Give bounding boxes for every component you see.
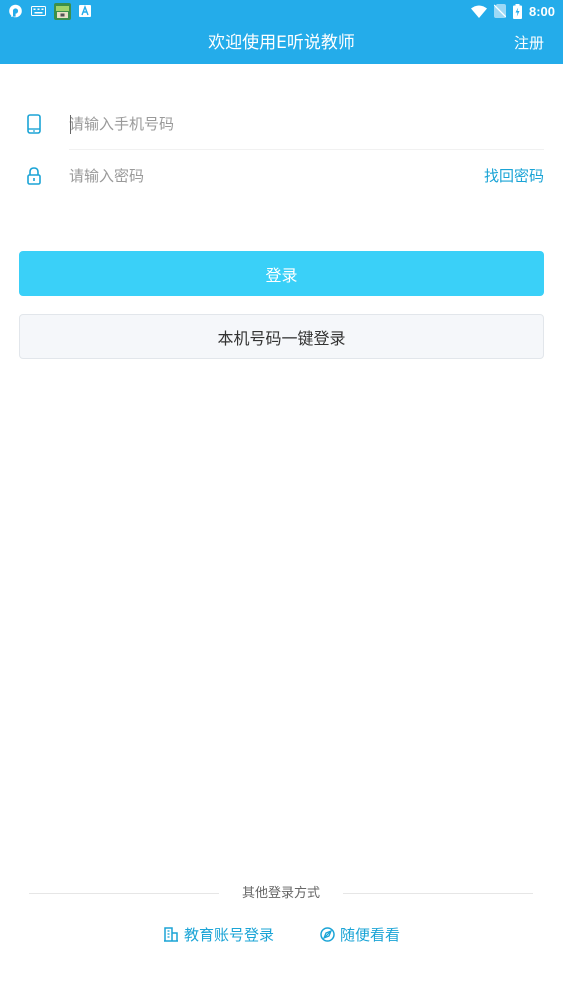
page-title: 欢迎使用E听说教师 bbox=[208, 33, 355, 53]
compass-icon bbox=[320, 926, 335, 942]
app-bar: 欢迎使用E听说教师 注册 bbox=[0, 22, 563, 64]
forgot-password-link[interactable]: 找回密码 bbox=[484, 150, 544, 202]
chat-notification-icon bbox=[8, 4, 23, 19]
one-click-login-button[interactable]: 本机号码一键登录 bbox=[19, 314, 544, 359]
status-right-icons: 8:00 bbox=[470, 3, 555, 19]
status-left-icons bbox=[8, 2, 91, 20]
lock-icon bbox=[25, 165, 43, 187]
phone-input[interactable] bbox=[69, 107, 429, 141]
browse-guest-label: 随便看看 bbox=[340, 925, 401, 944]
phone-row bbox=[19, 98, 544, 150]
status-time: 8:00 bbox=[528, 3, 555, 19]
no-sim-icon bbox=[493, 4, 506, 18]
password-row: 找回密码 bbox=[19, 150, 544, 202]
password-input[interactable] bbox=[69, 159, 429, 193]
education-account-login-button[interactable]: 教育账号登录 bbox=[163, 922, 274, 946]
battery-icon bbox=[512, 3, 522, 19]
other-login-heading: 其他登录方式 bbox=[241, 886, 320, 901]
app-notification-icon bbox=[54, 2, 71, 20]
keyboard-icon bbox=[31, 6, 46, 16]
school-building-icon bbox=[163, 926, 179, 942]
register-button[interactable]: 注册 bbox=[514, 22, 544, 64]
login-button[interactable]: 登录 bbox=[19, 251, 544, 296]
phone-icon bbox=[25, 113, 43, 135]
text-cursor bbox=[70, 115, 71, 134]
status-bar: 8:00 bbox=[0, 0, 563, 22]
text-a-icon bbox=[79, 5, 91, 17]
other-login-divider: 其他登录方式 bbox=[29, 883, 533, 905]
browse-guest-button[interactable]: 随便看看 bbox=[320, 922, 400, 946]
education-account-login-label: 教育账号登录 bbox=[184, 925, 275, 944]
wifi-icon bbox=[470, 5, 487, 18]
